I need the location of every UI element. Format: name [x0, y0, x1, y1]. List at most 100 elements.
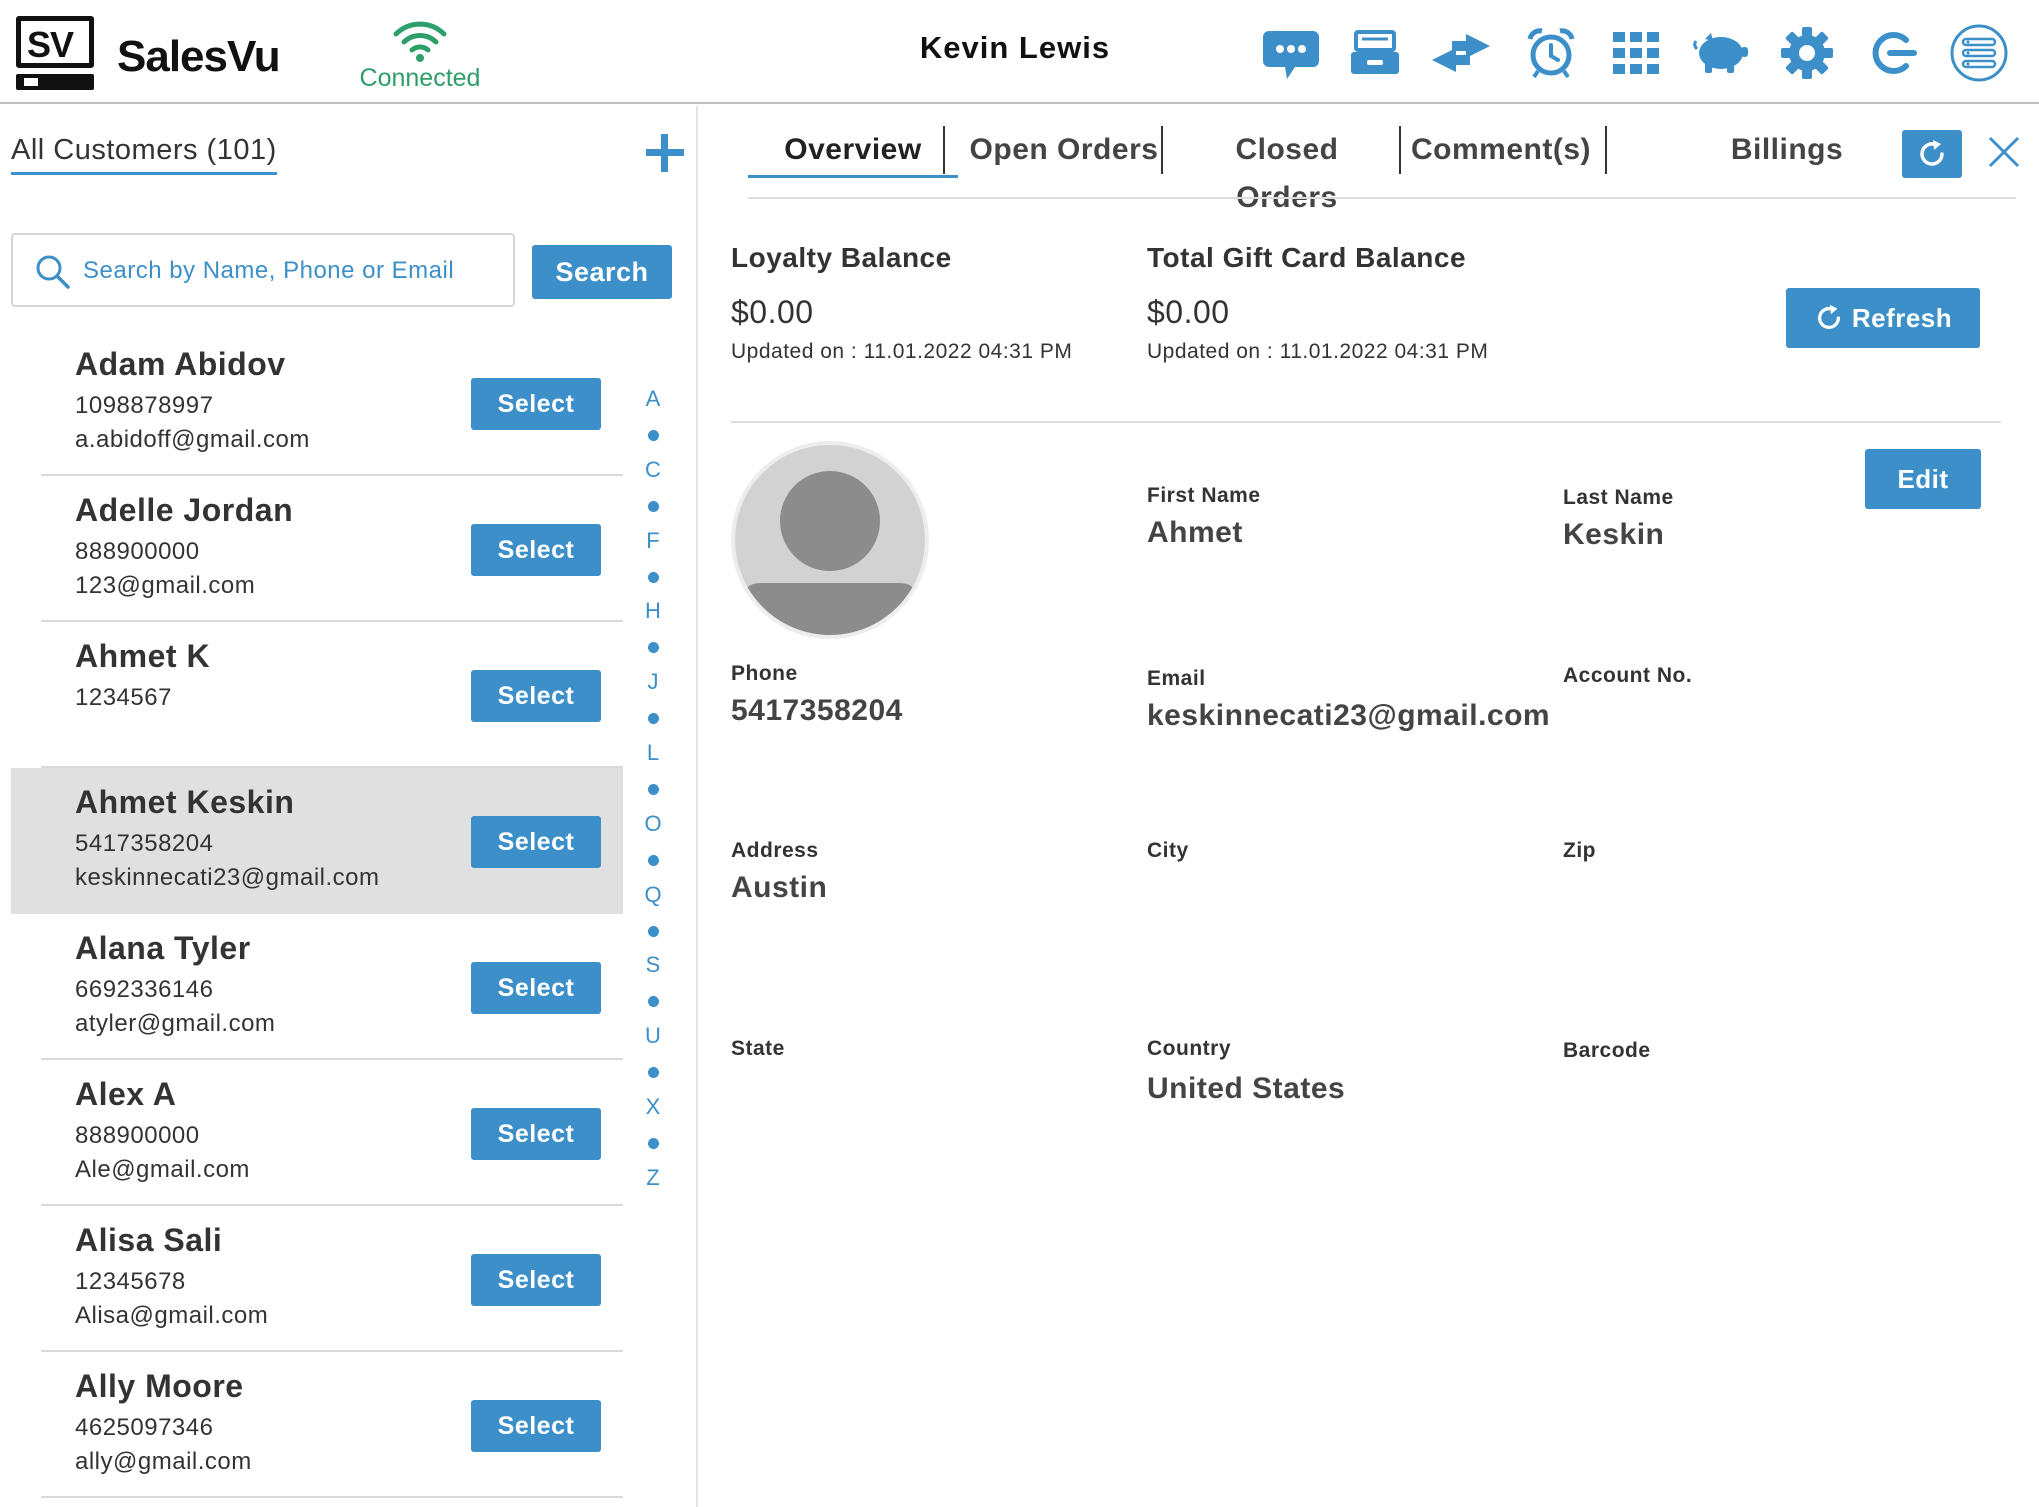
top-bar: SV SalesVu Connected Kevin Lewis	[0, 0, 2039, 104]
city-label: City	[1147, 839, 1189, 862]
alphabet-dot	[648, 784, 659, 795]
loyalty-balance-label: Loyalty Balance	[731, 242, 952, 273]
customer-email: Alisa@gmail.com	[75, 1302, 269, 1329]
tabs-divider	[748, 197, 2016, 199]
gear-icon[interactable]	[1776, 22, 1838, 84]
close-icon	[1988, 136, 2020, 168]
customer-phone: 888900000	[75, 538, 200, 565]
alphabet-dot	[648, 713, 659, 725]
refresh-icon	[1817, 304, 1840, 329]
alarm-clock-icon[interactable]	[1520, 22, 1582, 84]
tab-billings[interactable]: Billings	[1712, 126, 1862, 178]
brand-name: SalesVu	[117, 32, 281, 81]
logout-icon[interactable]	[1862, 22, 1924, 84]
gift-card-updated: Updated on : 11.01.2022 04:31 PM	[1147, 340, 1489, 363]
chat-icon[interactable]	[1260, 22, 1322, 84]
plus-icon	[646, 134, 684, 172]
salesvu-logo: SV	[16, 16, 94, 90]
select-customer-button[interactable]: Select	[471, 962, 601, 1014]
alphabet-dot	[648, 430, 659, 441]
alphabet-letter[interactable]: U	[640, 1023, 666, 1049]
select-customer-button[interactable]: Select	[471, 524, 601, 576]
edit-button[interactable]: Edit	[1865, 449, 1981, 509]
customer-row[interactable]: Alana Tyler 6692336146 atyler@gmail.com Sel…	[11, 914, 623, 1060]
customer-row[interactable]: Ally Moore 4625097346 ally@gmail.com Select	[11, 1352, 623, 1498]
user-silhouette-icon	[745, 471, 915, 635]
alphabet-letter[interactable]: O	[640, 811, 666, 837]
close-button[interactable]	[1984, 132, 2028, 176]
customer-phone: 1234567	[75, 684, 172, 711]
refresh-button[interactable]: Refresh	[1786, 288, 1980, 348]
address-label: Address	[731, 839, 819, 862]
alphabet-dot	[648, 642, 659, 654]
sync-icon	[1920, 140, 1944, 166]
alphabet-letter[interactable]: C	[640, 457, 666, 483]
customer-phone: 888900000	[75, 1122, 200, 1149]
customer-detail-panel: Overview Open Orders Closed Orders Comme…	[700, 106, 2039, 1507]
state-label: State	[731, 1037, 785, 1060]
customer-phone: 12345678	[75, 1268, 186, 1295]
alphabet-letter[interactable]: X	[640, 1094, 666, 1120]
select-customer-button[interactable]: Select	[471, 816, 601, 868]
email-value: keskinnecati23@gmail.com	[1147, 699, 1551, 732]
customer-phone: 1098878997	[75, 392, 214, 419]
tab-closed-orders[interactable]: Closed Orders	[1182, 126, 1392, 214]
add-customer-button[interactable]	[640, 128, 690, 178]
select-customer-button[interactable]: Select	[471, 1108, 601, 1160]
first-name-label: First Name	[1147, 484, 1261, 507]
barcode-label: Barcode	[1563, 1039, 1651, 1062]
gift-card-balance-amount: $0.00	[1147, 294, 1230, 330]
alphabet-letter[interactable]: Z	[640, 1165, 666, 1191]
first-name-value: Ahmet	[1147, 516, 1243, 549]
connection-status: Connected	[350, 18, 490, 93]
loyalty-balance-amount: $0.00	[731, 294, 814, 330]
search-button[interactable]: Search	[532, 245, 672, 299]
tab-overview[interactable]: Overview	[748, 126, 958, 178]
select-customer-button[interactable]: Select	[471, 670, 601, 722]
search-icon	[36, 255, 70, 289]
avatar	[731, 441, 929, 639]
alphabet-dot	[648, 1138, 659, 1149]
customer-name: Alex A	[75, 1076, 177, 1112]
customer-phone: 5417358204	[75, 830, 214, 857]
customer-row[interactable]: Adelle Jordan 888900000 123@gmail.com Selec…	[11, 476, 623, 622]
alphabet-letter[interactable]: H	[640, 598, 666, 624]
sync-button[interactable]	[1902, 130, 1962, 178]
search-input[interactable]	[83, 247, 503, 295]
tab-comments[interactable]: Comment(s)	[1406, 126, 1596, 178]
alphabet-dot	[648, 571, 659, 583]
customer-email: atyler@gmail.com	[75, 1010, 276, 1037]
alphabet-dot	[648, 996, 659, 1008]
customer-name: Adelle Jordan	[75, 492, 294, 528]
alphabet-letter[interactable]: J	[640, 669, 666, 695]
alphabet-letter[interactable]: A	[640, 386, 666, 412]
alphabet-letter[interactable]: L	[640, 740, 666, 766]
alphabet-letter[interactable]: Q	[640, 882, 666, 908]
piggy-bank-icon[interactable]	[1690, 22, 1752, 84]
transfer-icon[interactable]	[1430, 22, 1492, 84]
wifi-icon	[393, 21, 447, 62]
cash-drawer-icon[interactable]	[1344, 22, 1406, 84]
customer-row[interactable]: Alex A 888900000 Ale@gmail.com Select	[11, 1060, 623, 1206]
alphabet-letter[interactable]: S	[640, 952, 666, 978]
customer-email: 123@gmail.com	[75, 572, 256, 599]
phone-value: 5417358204	[731, 694, 903, 727]
last-name-label: Last Name	[1563, 486, 1674, 509]
customer-row[interactable]: Ahmet Keskin 5417358204 keskinnecati23@gma…	[11, 768, 623, 914]
last-name-value: Keskin	[1563, 518, 1665, 551]
customer-email: a.abidoff@gmail.com	[75, 426, 310, 453]
customer-row[interactable]: Ahmet K 1234567 Select	[11, 622, 623, 768]
logo-text: SV	[27, 24, 74, 65]
customer-row[interactable]: Adam Abidov 1098878997 a.abidoff@gmail.com…	[11, 330, 623, 476]
phone-label: Phone	[731, 662, 798, 685]
all-customers-title[interactable]: All Customers (101)	[11, 134, 277, 175]
address-value: Austin	[731, 871, 828, 904]
select-customer-button[interactable]: Select	[471, 1254, 601, 1306]
alphabet-letter[interactable]: F	[640, 528, 666, 554]
menu-list-icon[interactable]	[1948, 22, 2010, 84]
select-customer-button[interactable]: Select	[471, 378, 601, 430]
grid-apps-icon[interactable]	[1605, 22, 1667, 84]
tab-open-orders[interactable]: Open Orders	[964, 126, 1164, 178]
select-customer-button[interactable]: Select	[471, 1400, 601, 1452]
customer-row[interactable]: Alisa Sali 12345678 Alisa@gmail.com Select	[11, 1206, 623, 1352]
